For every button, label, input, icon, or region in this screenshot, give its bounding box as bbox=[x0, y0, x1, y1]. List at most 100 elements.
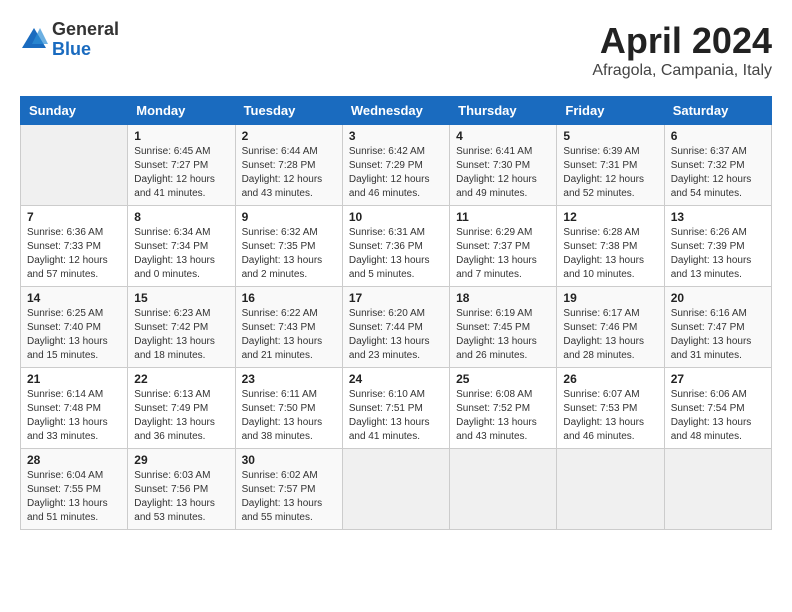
calendar-cell: 17Sunrise: 6:20 AM Sunset: 7:44 PM Dayli… bbox=[342, 287, 449, 368]
cell-info: Sunrise: 6:31 AM Sunset: 7:36 PM Dayligh… bbox=[349, 226, 443, 282]
cell-info: Sunrise: 6:03 AM Sunset: 7:56 PM Dayligh… bbox=[134, 469, 228, 525]
day-number: 2 bbox=[242, 129, 336, 143]
calendar-cell: 9 Sunrise: 6:32 AM Sunset: 7:35 PM Daylig… bbox=[235, 206, 342, 287]
day-number: 17 bbox=[349, 291, 443, 305]
day-number: 10 bbox=[349, 210, 443, 224]
logo-icon bbox=[20, 26, 48, 54]
calendar-cell bbox=[557, 449, 664, 530]
header-cell-saturday: Saturday bbox=[664, 97, 771, 125]
calendar-cell: 24Sunrise: 6:10 AM Sunset: 7:51 PM Dayli… bbox=[342, 368, 449, 449]
calendar-week-1: 1Sunrise: 6:45 AM Sunset: 7:27 PM Daylig… bbox=[21, 125, 772, 206]
header-cell-friday: Friday bbox=[557, 97, 664, 125]
day-number: 20 bbox=[671, 291, 765, 305]
calendar-cell: 29 Sunrise: 6:03 AM Sunset: 7:56 PM Dayli… bbox=[128, 449, 235, 530]
day-number: 29 bbox=[134, 453, 228, 467]
cell-info: Sunrise: 6:07 AM Sunset: 7:53 PM Dayligh… bbox=[563, 388, 657, 444]
day-number: 13 bbox=[671, 210, 765, 224]
day-number: 12 bbox=[563, 210, 657, 224]
header-cell-sunday: Sunday bbox=[21, 97, 128, 125]
calendar-cell: 10 Sunrise: 6:31 AM Sunset: 7:36 PM Dayli… bbox=[342, 206, 449, 287]
month-title: April 2024 bbox=[592, 20, 772, 62]
calendar-cell: 15 Sunrise: 6:23 AM Sunset: 7:42 PM Dayli… bbox=[128, 287, 235, 368]
day-number: 11 bbox=[456, 210, 550, 224]
day-number: 15 bbox=[134, 291, 228, 305]
calendar-cell: 2Sunrise: 6:44 AM Sunset: 7:28 PM Daylig… bbox=[235, 125, 342, 206]
logo-blue-text: Blue bbox=[52, 40, 119, 60]
day-number: 7 bbox=[27, 210, 121, 224]
cell-info: Sunrise: 6:11 AM Sunset: 7:50 PM Dayligh… bbox=[242, 388, 336, 444]
day-number: 28 bbox=[27, 453, 121, 467]
cell-info: Sunrise: 6:36 AM Sunset: 7:33 PM Dayligh… bbox=[27, 226, 121, 282]
header-cell-thursday: Thursday bbox=[450, 97, 557, 125]
cell-info: Sunrise: 6:22 AM Sunset: 7:43 PM Dayligh… bbox=[242, 307, 336, 363]
day-number: 23 bbox=[242, 372, 336, 386]
day-number: 26 bbox=[563, 372, 657, 386]
calendar-cell bbox=[342, 449, 449, 530]
cell-info: Sunrise: 6:42 AM Sunset: 7:29 PM Dayligh… bbox=[349, 145, 443, 201]
day-number: 24 bbox=[349, 372, 443, 386]
cell-info: Sunrise: 6:14 AM Sunset: 7:48 PM Dayligh… bbox=[27, 388, 121, 444]
calendar-cell: 14 Sunrise: 6:25 AM Sunset: 7:40 PM Dayli… bbox=[21, 287, 128, 368]
header-cell-monday: Monday bbox=[128, 97, 235, 125]
calendar-cell: 27 Sunrise: 6:06 AM Sunset: 7:54 PM Dayli… bbox=[664, 368, 771, 449]
day-number: 19 bbox=[563, 291, 657, 305]
cell-info: Sunrise: 6:28 AM Sunset: 7:38 PM Dayligh… bbox=[563, 226, 657, 282]
calendar-cell: 19 Sunrise: 6:17 AM Sunset: 7:46 PM Dayli… bbox=[557, 287, 664, 368]
calendar-cell: 3 Sunrise: 6:42 AM Sunset: 7:29 PM Daylig… bbox=[342, 125, 449, 206]
calendar-cell bbox=[664, 449, 771, 530]
header-cell-wednesday: Wednesday bbox=[342, 97, 449, 125]
cell-info: Sunrise: 6:32 AM Sunset: 7:35 PM Dayligh… bbox=[242, 226, 336, 282]
cell-info: Sunrise: 6:23 AM Sunset: 7:42 PM Dayligh… bbox=[134, 307, 228, 363]
calendar-cell bbox=[450, 449, 557, 530]
cell-info: Sunrise: 6:45 AM Sunset: 7:27 PM Dayligh… bbox=[134, 145, 228, 201]
day-number: 16 bbox=[242, 291, 336, 305]
day-number: 6 bbox=[671, 129, 765, 143]
day-number: 5 bbox=[563, 129, 657, 143]
location: Afragola, Campania, Italy bbox=[592, 62, 772, 80]
day-number: 9 bbox=[242, 210, 336, 224]
calendar-cell: 4Sunrise: 6:41 AM Sunset: 7:30 PM Daylig… bbox=[450, 125, 557, 206]
calendar-cell: 23 Sunrise: 6:11 AM Sunset: 7:50 PM Dayli… bbox=[235, 368, 342, 449]
cell-info: Sunrise: 6:13 AM Sunset: 7:49 PM Dayligh… bbox=[134, 388, 228, 444]
day-number: 25 bbox=[456, 372, 550, 386]
calendar-cell: 30 Sunrise: 6:02 AM Sunset: 7:57 PM Dayli… bbox=[235, 449, 342, 530]
cell-info: Sunrise: 6:02 AM Sunset: 7:57 PM Dayligh… bbox=[242, 469, 336, 525]
header-cell-tuesday: Tuesday bbox=[235, 97, 342, 125]
cell-info: Sunrise: 6:26 AM Sunset: 7:39 PM Dayligh… bbox=[671, 226, 765, 282]
day-number: 27 bbox=[671, 372, 765, 386]
logo: General Blue bbox=[20, 20, 119, 60]
calendar-body: 1Sunrise: 6:45 AM Sunset: 7:27 PM Daylig… bbox=[21, 125, 772, 530]
day-number: 3 bbox=[349, 129, 443, 143]
cell-info: Sunrise: 6:25 AM Sunset: 7:40 PM Dayligh… bbox=[27, 307, 121, 363]
calendar-cell bbox=[21, 125, 128, 206]
cell-info: Sunrise: 6:34 AM Sunset: 7:34 PM Dayligh… bbox=[134, 226, 228, 282]
day-number: 22 bbox=[134, 372, 228, 386]
cell-info: Sunrise: 6:19 AM Sunset: 7:45 PM Dayligh… bbox=[456, 307, 550, 363]
day-number: 30 bbox=[242, 453, 336, 467]
cell-info: Sunrise: 6:41 AM Sunset: 7:30 PM Dayligh… bbox=[456, 145, 550, 201]
calendar-cell: 7 Sunrise: 6:36 AM Sunset: 7:33 PM Daylig… bbox=[21, 206, 128, 287]
page-header: General Blue April 2024 Afragola, Campan… bbox=[20, 20, 772, 80]
logo-text: General Blue bbox=[52, 20, 119, 60]
day-number: 8 bbox=[134, 210, 228, 224]
calendar-cell: 6 Sunrise: 6:37 AM Sunset: 7:32 PM Daylig… bbox=[664, 125, 771, 206]
day-number: 18 bbox=[456, 291, 550, 305]
calendar-week-3: 14 Sunrise: 6:25 AM Sunset: 7:40 PM Dayli… bbox=[21, 287, 772, 368]
calendar-cell: 25 Sunrise: 6:08 AM Sunset: 7:52 PM Dayli… bbox=[450, 368, 557, 449]
cell-info: Sunrise: 6:08 AM Sunset: 7:52 PM Dayligh… bbox=[456, 388, 550, 444]
day-number: 14 bbox=[27, 291, 121, 305]
calendar-header: SundayMondayTuesdayWednesdayThursdayFrid… bbox=[21, 97, 772, 125]
calendar-cell: 18 Sunrise: 6:19 AM Sunset: 7:45 PM Dayli… bbox=[450, 287, 557, 368]
calendar-cell: 12 Sunrise: 6:28 AM Sunset: 7:38 PM Dayli… bbox=[557, 206, 664, 287]
calendar-week-2: 7 Sunrise: 6:36 AM Sunset: 7:33 PM Daylig… bbox=[21, 206, 772, 287]
calendar-cell: 28 Sunrise: 6:04 AM Sunset: 7:55 PM Dayli… bbox=[21, 449, 128, 530]
header-row: SundayMondayTuesdayWednesdayThursdayFrid… bbox=[21, 97, 772, 125]
calendar-cell: 5 Sunrise: 6:39 AM Sunset: 7:31 PM Daylig… bbox=[557, 125, 664, 206]
calendar-cell: 13 Sunrise: 6:26 AM Sunset: 7:39 PM Dayli… bbox=[664, 206, 771, 287]
calendar-week-5: 28 Sunrise: 6:04 AM Sunset: 7:55 PM Dayli… bbox=[21, 449, 772, 530]
cell-info: Sunrise: 6:17 AM Sunset: 7:46 PM Dayligh… bbox=[563, 307, 657, 363]
cell-info: Sunrise: 6:37 AM Sunset: 7:32 PM Dayligh… bbox=[671, 145, 765, 201]
cell-info: Sunrise: 6:06 AM Sunset: 7:54 PM Dayligh… bbox=[671, 388, 765, 444]
cell-info: Sunrise: 6:04 AM Sunset: 7:55 PM Dayligh… bbox=[27, 469, 121, 525]
cell-info: Sunrise: 6:39 AM Sunset: 7:31 PM Dayligh… bbox=[563, 145, 657, 201]
